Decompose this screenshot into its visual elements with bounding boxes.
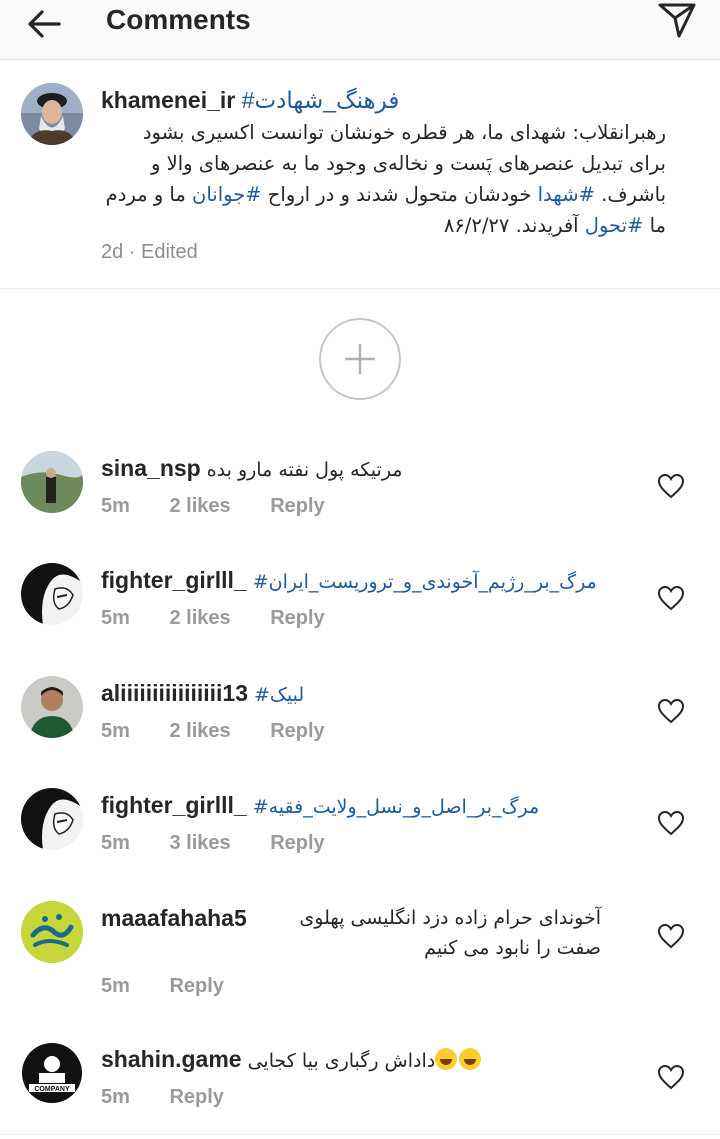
avatar[interactable]: [21, 676, 83, 738]
load-more-button[interactable]: [319, 318, 401, 400]
comment-time: 5m: [101, 975, 130, 997]
heart-icon[interactable]: [657, 473, 685, 499]
paper-plane-icon: [658, 3, 696, 38]
back-button[interactable]: [22, 4, 66, 44]
comment-time: 5m: [101, 607, 130, 629]
heart-icon[interactable]: [657, 1064, 685, 1090]
share-button[interactable]: [654, 0, 700, 40]
comment-likes[interactable]: 2 likes: [169, 607, 230, 629]
avatar[interactable]: [21, 83, 83, 145]
avatar[interactable]: COMPANY: [21, 1042, 83, 1104]
comment-time: 5m: [101, 720, 130, 742]
post-hashtag[interactable]: #شهدا: [538, 183, 595, 206]
comment-text: مرتیکه پول نفته مارو بده: [206, 459, 403, 481]
heart-icon[interactable]: [657, 923, 685, 949]
comment-text: آخوندای حرام زاده دزد انگلیسی پهلوی صفت …: [101, 903, 601, 963]
page-title: Comments: [106, 4, 251, 35]
laughing-emoji-icon: [435, 1048, 458, 1070]
comment-hashtag[interactable]: #لبیک: [254, 684, 304, 706]
comment-item: sina_nsp مرتیکه پول نفته مارو بده 5m 2 l…: [0, 451, 720, 531]
comment-hashtag[interactable]: #مرگ_بر_رژیم_آخوندی_و_تروریست_ایران: [253, 571, 597, 593]
header-bar: Comments: [0, 0, 720, 60]
heart-icon[interactable]: [657, 585, 685, 611]
comment-text-body: آخوندای حرام زاده دزد انگلیسی پهلوی صفت …: [299, 907, 601, 959]
divider: [0, 1134, 720, 1135]
comment-time: 5m: [101, 495, 130, 517]
avatar[interactable]: [21, 788, 83, 850]
comment-username[interactable]: aliiiiiiiiiiiiiiii13: [101, 680, 248, 706]
post-caption: khamenei_ir #فرهنگ_شهادت رهبرانقلاب: شهد…: [0, 60, 720, 289]
reply-button[interactable]: Reply: [270, 720, 324, 742]
post-body: رهبرانقلاب: شهدای ما، هر قطره خونشان توا…: [101, 117, 666, 241]
comment-item: COMPANY shahin.game داداش رگباری بیا کجا…: [0, 1042, 720, 1122]
comment-username[interactable]: sina_nsp: [101, 455, 201, 481]
comment-meta: 5m 2 likes Reply: [101, 607, 359, 630]
avatar[interactable]: [21, 451, 83, 513]
comment-time: 5m: [101, 1086, 130, 1108]
svg-text:COMPANY: COMPANY: [34, 1086, 70, 1093]
post-hashtag[interactable]: #تحول: [585, 214, 644, 237]
comment-item: fighter_girlll_ #مرگ_بر_اصل_و_نسل_ولایت_…: [0, 788, 720, 868]
comment-hashtag[interactable]: #مرگ_بر_اصل_و_نسل_ولایت_فقیه: [253, 796, 540, 818]
comment-item: fighter_girlll_ #مرگ_بر_رژیم_آخوندی_و_تر…: [0, 563, 720, 643]
comment-item: aliiiiiiiiiiiiiiii13 #لبیک 5m 2 likes Re…: [0, 676, 720, 756]
reply-button[interactable]: Reply: [169, 1086, 223, 1108]
comment-meta: 5m 2 likes Reply: [101, 495, 359, 518]
reply-button[interactable]: Reply: [169, 975, 223, 997]
post-meta: 2d · Edited: [101, 241, 198, 263]
post-username[interactable]: khamenei_ir: [101, 87, 235, 113]
reply-button[interactable]: Reply: [270, 607, 324, 629]
comment-username[interactable]: fighter_girlll_: [101, 792, 247, 818]
comment-likes[interactable]: 2 likes: [169, 720, 230, 742]
plus-circle-icon: [345, 344, 375, 374]
heart-icon[interactable]: [657, 810, 685, 836]
post-hashtag[interactable]: #جوانان: [192, 183, 262, 206]
avatar[interactable]: [21, 563, 83, 625]
comment-meta: 5m Reply: [101, 975, 258, 998]
comment-item: maaafahaha5 آخوندای حرام زاده دزد انگلیس…: [0, 901, 720, 1011]
post-body-text: خودشان متحول شدند و در ارواح: [261, 183, 538, 206]
reply-button[interactable]: Reply: [270, 832, 324, 854]
comment-likes[interactable]: 3 likes: [169, 832, 230, 854]
comment-username[interactable]: fighter_girlll_: [101, 567, 247, 593]
comment-username[interactable]: shahin.game: [101, 1046, 242, 1072]
comment-time: 5m: [101, 832, 130, 854]
post-hashtag[interactable]: #فرهنگ_شهادت: [242, 87, 400, 113]
heart-icon[interactable]: [657, 698, 685, 724]
post-body-text: آفریدند. ۸۶/۲/۲۷: [443, 214, 585, 237]
laughing-emoji-icon: [459, 1048, 482, 1070]
arrow-left-icon: [28, 10, 61, 38]
comment-likes[interactable]: 2 likes: [169, 495, 230, 517]
comment-meta: 5m 3 likes Reply: [101, 832, 359, 855]
comment-meta: 5m 2 likes Reply: [101, 720, 359, 743]
reply-button[interactable]: Reply: [270, 495, 324, 517]
comment-text: داداش رگباری بیا کجایی: [247, 1050, 436, 1072]
comment-meta: 5m Reply: [101, 1086, 258, 1109]
avatar[interactable]: [21, 901, 83, 963]
